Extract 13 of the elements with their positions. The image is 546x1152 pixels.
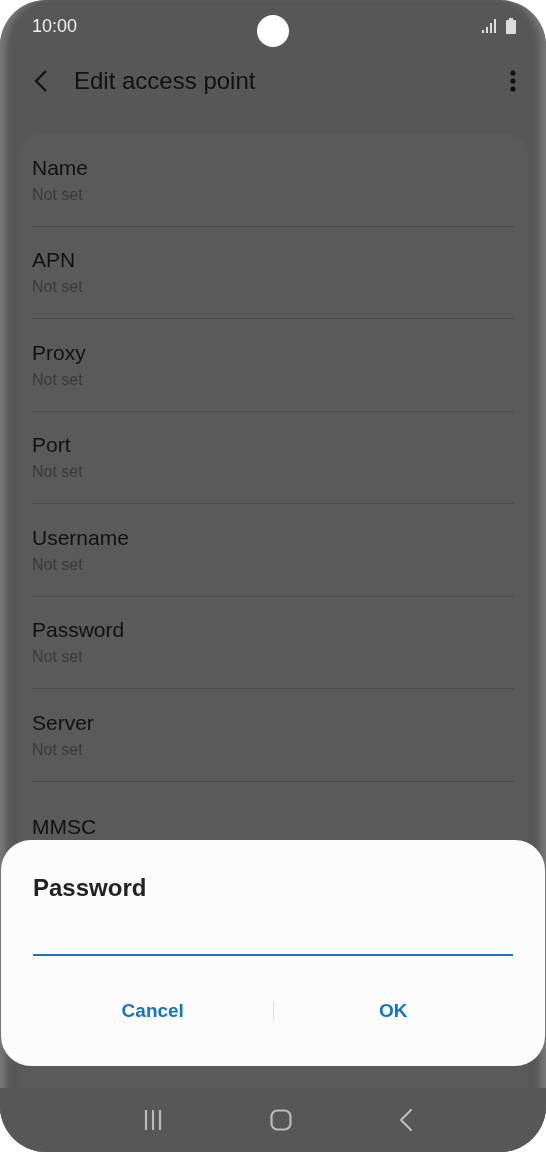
page-title: Edit access point bbox=[74, 67, 257, 95]
dialog-title: Password bbox=[33, 874, 148, 902]
back-icon[interactable] bbox=[398, 1109, 413, 1131]
camera-hole-icon bbox=[257, 15, 289, 47]
more-options-button[interactable] bbox=[510, 70, 516, 92]
battery-icon bbox=[506, 18, 516, 34]
back-button[interactable] bbox=[34, 70, 48, 92]
signal-icon bbox=[482, 19, 498, 33]
dialog-button[interactable]: Cancel bbox=[33, 992, 273, 1030]
recent-apps-icon[interactable] bbox=[143, 1110, 164, 1130]
status-time: 10:00 bbox=[32, 15, 78, 37]
home-icon[interactable] bbox=[270, 1109, 292, 1131]
dialog-button[interactable]: OK bbox=[273, 992, 513, 1030]
